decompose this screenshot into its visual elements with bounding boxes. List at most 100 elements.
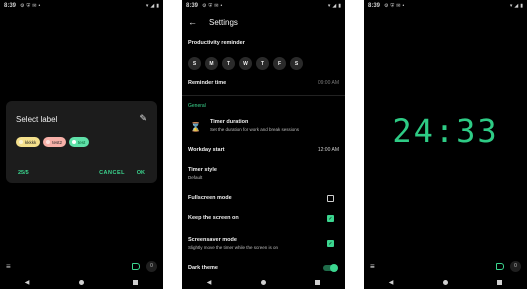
day-toggle[interactable]: T — [256, 57, 269, 70]
timer-duration-label[interactable]: Timer duration — [210, 119, 248, 125]
chip-label: test — [78, 139, 86, 145]
bottom-app-bar: ≡ 0 — [0, 259, 163, 273]
label-chip[interactable]: kkkkk — [16, 137, 41, 147]
screensaver-mode-label: Screensaver mode — [188, 237, 237, 243]
battery-icon: ▮ — [156, 3, 159, 9]
timer-style-label[interactable]: Timer style — [188, 167, 217, 173]
divider — [182, 95, 345, 96]
menu-icon[interactable]: ≡ — [6, 262, 11, 271]
settings-small-icon: ⚙ — [202, 3, 207, 9]
label-chip-group: kkkkk test2 test — [16, 137, 90, 147]
hourglass-icon: ⌛ — [190, 122, 202, 132]
mail-small-icon: ✉ — [396, 3, 401, 9]
day-toggle[interactable]: S — [188, 57, 201, 70]
back-arrow-icon[interactable]: ← — [188, 17, 197, 27]
settings-small-icon: ⚙ — [20, 3, 25, 9]
phone-screen-settings: 8:39 ⚙ ⛨ ✉ • ▾ ◢ ▮ ← Settings Productivi… — [182, 0, 345, 289]
keep-screen-on-checkbox[interactable]: ✓ — [327, 215, 334, 222]
day-toggle[interactable]: T — [222, 57, 235, 70]
label-icon[interactable] — [132, 262, 140, 270]
dot-icon: • — [38, 3, 41, 9]
section-header-general: General — [188, 103, 206, 109]
settings-small-icon: ⚙ — [384, 3, 389, 9]
label-counter: 25/5 — [18, 170, 29, 176]
check-icon — [72, 140, 77, 144]
day-toggle[interactable]: W — [239, 57, 252, 70]
chip-dot-icon — [19, 140, 23, 144]
fullscreen-mode-label: Fullscreen mode — [188, 195, 232, 201]
back-nav-icon[interactable]: ◀ — [389, 279, 394, 286]
workday-start-label[interactable]: Workday start — [188, 147, 225, 153]
home-nav-icon[interactable] — [78, 279, 84, 285]
timer-display[interactable]: 24:33 — [364, 112, 527, 150]
wifi-icon: ▾ — [327, 3, 331, 9]
wifi-icon: ▾ — [509, 3, 513, 9]
status-time: 8:39 — [4, 3, 17, 9]
dialog-title: Select label — [16, 115, 58, 124]
menu-icon[interactable]: ≡ — [370, 262, 375, 271]
back-nav-icon[interactable]: ◀ — [207, 279, 212, 286]
bottom-app-bar: ≡ 0 — [364, 259, 527, 273]
phone-screen-label-dialog: 8:39 ⚙ ⛨ ✉ • ▾ ◢ ▮ Select label ✎ kkkkk … — [0, 0, 163, 289]
reminder-time-label[interactable]: Reminder time — [188, 80, 226, 86]
switch-knob — [330, 264, 338, 272]
status-bar: 8:39 ⚙ ⛨ ✉ • ▾ ◢ ▮ — [182, 0, 345, 12]
timer-style-value: Default — [188, 175, 203, 180]
shield-small-icon: ⛨ — [390, 3, 395, 9]
day-toggle[interactable]: F — [273, 57, 286, 70]
edit-pencil-icon[interactable]: ✎ — [139, 113, 147, 124]
reminder-time-value: 09:00 AM — [317, 80, 339, 86]
dot-icon: • — [220, 3, 223, 9]
select-label-dialog: Select label ✎ kkkkk test2 test 25/5 CAN… — [6, 101, 157, 183]
mail-small-icon: ✉ — [32, 3, 37, 9]
signal-icon: ◢ — [150, 3, 155, 9]
system-nav-bar: ◀ — [182, 275, 345, 289]
status-time: 8:39 — [368, 3, 381, 9]
productivity-reminder-label: Productivity reminder — [188, 40, 245, 46]
home-nav-icon[interactable] — [260, 279, 266, 285]
signal-icon: ◢ — [514, 3, 519, 9]
fullscreen-mode-checkbox[interactable] — [327, 195, 334, 202]
battery-icon: ▮ — [520, 3, 523, 9]
chip-label: test2 — [52, 139, 63, 145]
status-bar: 8:39 ⚙ ⛨ ✉ • ▾ ◢ ▮ — [0, 0, 163, 12]
page-title: Settings — [209, 17, 238, 27]
chip-label: kkkkk — [25, 139, 37, 145]
recents-nav-icon[interactable] — [497, 279, 503, 285]
screensaver-mode-subtitle: Slightly move the timer while the screen… — [188, 245, 279, 250]
mail-small-icon: ✉ — [214, 3, 219, 9]
keep-screen-on-label: Keep the screen on — [188, 215, 239, 221]
label-chip[interactable]: test2 — [43, 137, 67, 147]
system-nav-bar: ◀ — [0, 275, 163, 289]
reminder-days: S M T W T F S — [188, 57, 303, 70]
recents-nav-icon[interactable] — [315, 279, 321, 285]
phone-screen-timer: 8:39 ⚙ ⛨ ✉ • ▾ ◢ ▮ 24:33 ≡ 0 ◀ — [364, 0, 527, 289]
wifi-icon: ▾ — [145, 3, 149, 9]
home-nav-icon[interactable] — [442, 279, 448, 285]
system-nav-bar: ◀ — [364, 275, 527, 289]
day-toggle[interactable]: M — [205, 57, 218, 70]
session-count-badge[interactable]: 0 — [510, 260, 521, 272]
signal-icon: ◢ — [332, 3, 337, 9]
back-nav-icon[interactable]: ◀ — [25, 279, 30, 286]
recents-nav-icon[interactable] — [133, 279, 139, 285]
session-count-badge[interactable]: 0 — [146, 260, 157, 272]
day-toggle[interactable]: S — [290, 57, 303, 70]
status-bar: 8:39 ⚙ ⛨ ✉ • ▾ ◢ ▮ — [364, 0, 527, 12]
ok-button[interactable]: OK — [137, 170, 145, 176]
dark-theme-label: Dark theme — [188, 265, 218, 271]
shield-small-icon: ⛨ — [26, 3, 31, 9]
chip-dot-icon — [46, 140, 51, 144]
label-icon[interactable] — [496, 262, 504, 270]
shield-small-icon: ⛨ — [208, 3, 213, 9]
battery-icon: ▮ — [338, 3, 341, 9]
dark-theme-switch[interactable] — [323, 264, 338, 272]
screensaver-mode-checkbox[interactable]: ✓ — [327, 240, 334, 247]
status-time: 8:39 — [186, 3, 199, 9]
workday-start-value: 12:00 AM — [317, 147, 339, 153]
label-chip-selected[interactable]: test — [69, 137, 90, 147]
dot-icon: • — [402, 3, 405, 9]
timer-duration-subtitle: Set the duration for work and break sess… — [210, 127, 300, 132]
settings-header: ← Settings — [188, 14, 339, 30]
cancel-button[interactable]: CANCEL — [99, 170, 125, 176]
